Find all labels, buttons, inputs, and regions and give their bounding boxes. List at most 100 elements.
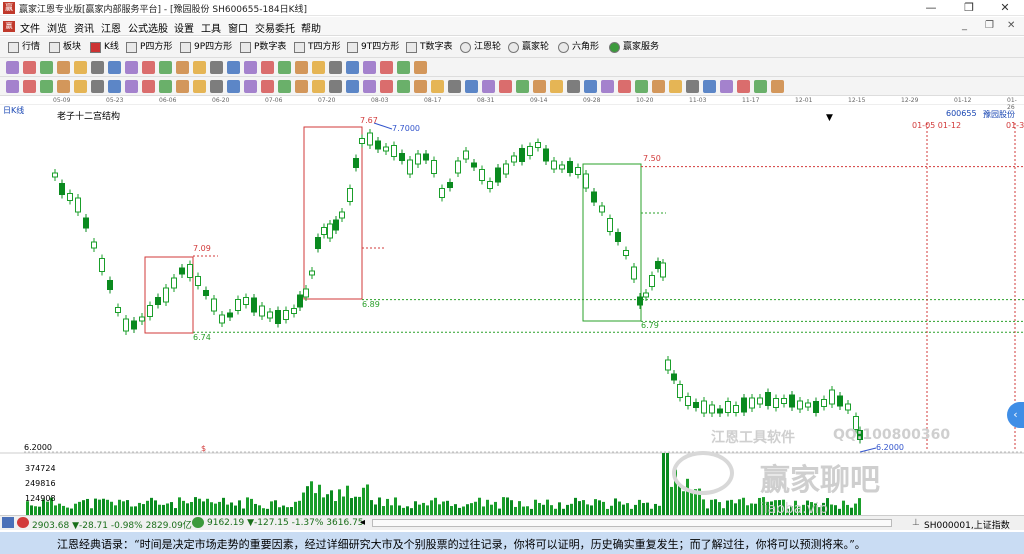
menu-news[interactable]: 资讯 bbox=[74, 20, 94, 35]
tool-icon[interactable] bbox=[686, 80, 699, 93]
tool-icon[interactable] bbox=[346, 61, 359, 74]
tool-icon[interactable] bbox=[6, 61, 19, 74]
minimize-button[interactable]: — bbox=[912, 0, 950, 16]
tool-icon[interactable] bbox=[295, 80, 308, 93]
tool-icon[interactable] bbox=[193, 61, 206, 74]
tool-icon[interactable] bbox=[720, 80, 733, 93]
tool-icon[interactable] bbox=[125, 61, 138, 74]
tool-icon[interactable] bbox=[244, 61, 257, 74]
menu-file[interactable]: 文件 bbox=[20, 20, 40, 35]
menu-settings[interactable]: 设置 bbox=[174, 20, 194, 35]
t-square-button[interactable]: T四方形 bbox=[294, 40, 341, 55]
quotes-button[interactable]: 行情 bbox=[8, 40, 40, 55]
mdi-app-icon[interactable]: 赢 bbox=[3, 21, 15, 32]
tool-icon[interactable] bbox=[57, 61, 70, 74]
tool-icon[interactable] bbox=[261, 80, 274, 93]
tool-icon[interactable] bbox=[210, 61, 223, 74]
mdi-close-button[interactable]: ✕ bbox=[1007, 20, 1015, 31]
menu-trade[interactable]: 交易委托 bbox=[255, 20, 295, 35]
tool-icon[interactable] bbox=[771, 80, 784, 93]
tool-icon[interactable] bbox=[516, 80, 529, 93]
tool-icon[interactable] bbox=[431, 80, 444, 93]
tool-icon[interactable] bbox=[227, 61, 240, 74]
tool-icon[interactable] bbox=[193, 80, 206, 93]
tool-icon[interactable] bbox=[533, 80, 546, 93]
tool-icon[interactable] bbox=[703, 80, 716, 93]
tool-icon[interactable] bbox=[125, 80, 138, 93]
tool-icon[interactable] bbox=[142, 61, 155, 74]
tool-icon[interactable] bbox=[210, 80, 223, 93]
menu-tools[interactable]: 工具 bbox=[201, 20, 221, 35]
menu-gann[interactable]: 江恩 bbox=[101, 20, 121, 35]
tool-icon[interactable] bbox=[669, 80, 682, 93]
tool-icon[interactable] bbox=[363, 80, 376, 93]
tool-icon[interactable] bbox=[635, 80, 648, 93]
tool-icon[interactable] bbox=[278, 61, 291, 74]
tool-icon[interactable] bbox=[618, 80, 631, 93]
tool-icon[interactable] bbox=[346, 80, 359, 93]
t-number-table-button[interactable]: T数字表 bbox=[406, 40, 453, 55]
p-square-button[interactable]: P四方形 bbox=[126, 40, 172, 55]
9t-square-button[interactable]: 9T四方形 bbox=[347, 40, 399, 55]
tool-icon[interactable] bbox=[142, 80, 155, 93]
tool-icon[interactable] bbox=[482, 80, 495, 93]
tool-icon[interactable] bbox=[244, 80, 257, 93]
maximize-button[interactable]: ❐ bbox=[950, 0, 988, 16]
hexagon-button[interactable]: 六角形 bbox=[558, 40, 599, 55]
tool-icon[interactable] bbox=[363, 61, 376, 74]
tool-icon[interactable] bbox=[159, 80, 172, 93]
tool-icon[interactable] bbox=[91, 80, 104, 93]
tool-icon[interactable] bbox=[550, 80, 563, 93]
tool-icon[interactable] bbox=[448, 80, 461, 93]
tool-icon[interactable] bbox=[74, 61, 87, 74]
gann-wheel-button[interactable]: 江恩轮 bbox=[460, 40, 501, 55]
tool-icon[interactable] bbox=[312, 80, 325, 93]
tool-icon[interactable] bbox=[108, 80, 121, 93]
tool-icon[interactable] bbox=[652, 80, 665, 93]
tool-icon[interactable] bbox=[567, 80, 580, 93]
tool-icon[interactable] bbox=[754, 80, 767, 93]
status-scrollbar[interactable] bbox=[372, 519, 892, 527]
9p-square-button[interactable]: 9P四方形 bbox=[180, 40, 232, 55]
tool-icon[interactable] bbox=[227, 80, 240, 93]
tool-icon[interactable] bbox=[584, 80, 597, 93]
tool-icon[interactable] bbox=[414, 61, 427, 74]
menu-help[interactable]: 帮助 bbox=[301, 20, 321, 35]
close-button[interactable]: ✕ bbox=[986, 0, 1024, 16]
tool-icon[interactable] bbox=[278, 80, 291, 93]
tool-icon[interactable] bbox=[397, 61, 410, 74]
tool-icon[interactable] bbox=[465, 80, 478, 93]
mdi-restore-button[interactable]: ❐ bbox=[985, 20, 994, 31]
tool-icon[interactable] bbox=[176, 80, 189, 93]
tool-icon[interactable] bbox=[312, 61, 325, 74]
tool-icon[interactable] bbox=[159, 61, 172, 74]
tool-icon[interactable] bbox=[601, 80, 614, 93]
scroll-left-icon[interactable]: ◂ bbox=[360, 517, 365, 528]
tool-icon[interactable] bbox=[380, 61, 393, 74]
menu-browse[interactable]: 浏览 bbox=[47, 20, 67, 35]
sector-button[interactable]: 板块 bbox=[49, 40, 81, 55]
tool-icon[interactable] bbox=[397, 80, 410, 93]
tool-icon[interactable] bbox=[40, 80, 53, 93]
tool-icon[interactable] bbox=[737, 80, 750, 93]
kline-button[interactable]: K线 bbox=[90, 40, 119, 55]
tool-icon[interactable] bbox=[295, 61, 308, 74]
menu-formula[interactable]: 公式选股 bbox=[128, 20, 168, 35]
winner-service-button[interactable]: 赢家服务 bbox=[609, 40, 659, 55]
status-grid-icon[interactable] bbox=[2, 517, 14, 528]
tool-icon[interactable] bbox=[176, 61, 189, 74]
tool-icon[interactable] bbox=[108, 61, 121, 74]
tool-icon[interactable] bbox=[329, 80, 342, 93]
menu-window[interactable]: 窗口 bbox=[228, 20, 248, 35]
tool-icon[interactable] bbox=[74, 80, 87, 93]
p-number-table-button[interactable]: P数字表 bbox=[240, 40, 286, 55]
tool-icon[interactable] bbox=[40, 61, 53, 74]
winner-wheel-button[interactable]: 赢家轮 bbox=[508, 40, 549, 55]
tool-icon[interactable] bbox=[499, 80, 512, 93]
tool-icon[interactable] bbox=[261, 61, 274, 74]
tool-icon[interactable] bbox=[23, 61, 36, 74]
tool-icon[interactable] bbox=[414, 80, 427, 93]
tool-icon[interactable] bbox=[91, 61, 104, 74]
tool-icon[interactable] bbox=[380, 80, 393, 93]
tool-icon[interactable] bbox=[23, 80, 36, 93]
